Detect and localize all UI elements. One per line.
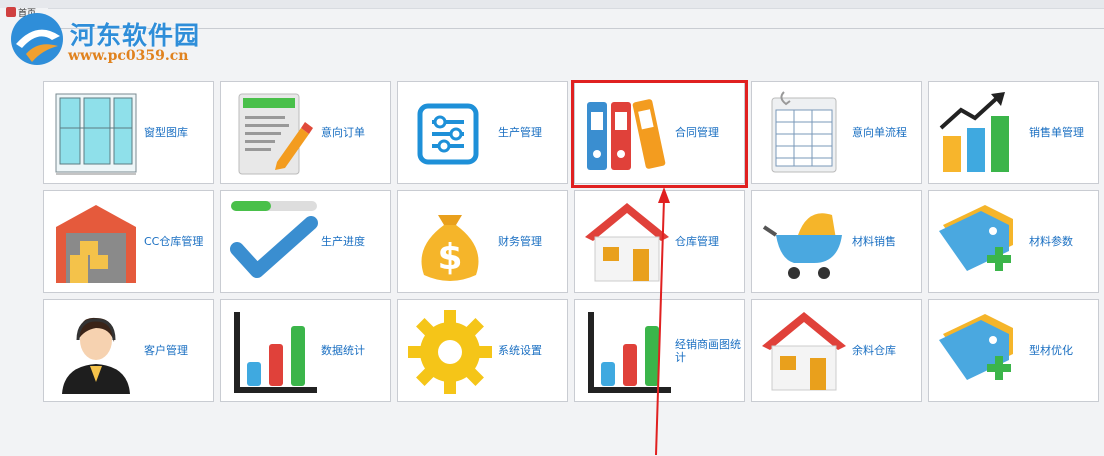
warehouse-icon <box>56 205 136 283</box>
tile-intent-flow[interactable]: 意向单流程 <box>751 81 922 184</box>
tile-label: 仓库管理 <box>675 235 719 248</box>
house-icon <box>762 312 846 391</box>
tile-label: 意向单流程 <box>852 126 907 139</box>
tab-bar <box>0 0 1104 8</box>
tile-label: 合同管理 <box>675 126 719 139</box>
notepad-pencil-icon <box>238 93 313 175</box>
tile-profile-optimize[interactable]: 型材优化 <box>928 299 1099 402</box>
bar-chart-icon <box>234 312 317 393</box>
tile-remnant-warehouse[interactable]: 余料仓库 <box>751 299 922 402</box>
tile-cc-warehouse[interactable]: CC仓库管理 <box>43 190 214 293</box>
tile-label: 财务管理 <box>498 235 542 248</box>
watermark-url: www.pc0359.cn <box>68 48 189 64</box>
sliders-icon <box>417 103 479 165</box>
spreadsheet-icon <box>771 91 837 173</box>
checkmark-progress-icon <box>230 201 318 278</box>
tile-label: 生产进度 <box>321 235 365 248</box>
tag-add-icon <box>939 314 1013 380</box>
watermark: 河东软件园 www.pc0359.cn <box>8 8 258 68</box>
tile-system-settings[interactable]: 系统设置 <box>397 299 568 402</box>
tile-intent-order[interactable]: 意向订单 <box>220 81 391 184</box>
tile-material-params[interactable]: 材料参数 <box>928 190 1099 293</box>
binders-icon <box>587 99 666 170</box>
window-frame-icon <box>55 93 137 175</box>
tile-contract[interactable]: 合同管理 <box>574 81 745 184</box>
tile-production[interactable]: 生产管理 <box>397 81 568 184</box>
tile-label: 数据统计 <box>321 344 365 357</box>
tag-add-icon <box>939 205 1013 271</box>
tile-sales-order[interactable]: 销售单管理 <box>928 81 1099 184</box>
tile-label: 窗型图库 <box>144 126 188 139</box>
tile-customer[interactable]: 客户管理 <box>43 299 214 402</box>
watermark-title: 河东软件园 <box>70 21 201 50</box>
tile-label: 型材优化 <box>1029 344 1073 357</box>
tile-label: 材料销售 <box>852 235 896 248</box>
gear-icon <box>408 310 492 394</box>
tile-window-library[interactable]: 窗型图库 <box>43 81 214 184</box>
tile-finance[interactable]: $ 财务管理 <box>397 190 568 293</box>
tile-data-stats[interactable]: 数据统计 <box>220 299 391 402</box>
money-bag-icon: $ <box>421 215 479 281</box>
growth-chart-icon <box>939 92 1009 172</box>
tile-material-sales[interactable]: 材料销售 <box>751 190 922 293</box>
svg-text:$: $ <box>437 237 462 278</box>
pointer-arrow-icon <box>655 187 670 456</box>
tile-label: 销售单管理 <box>1029 126 1084 139</box>
watermark-logo-icon <box>11 13 63 65</box>
tile-label: 材料参数 <box>1029 235 1073 248</box>
tile-label: 经销商画图统计 <box>675 337 741 364</box>
cart-icon <box>762 213 842 279</box>
tile-label: 意向订单 <box>321 126 365 139</box>
tile-label: 余料仓库 <box>852 344 896 357</box>
tile-production-progress[interactable]: 生产进度 <box>220 190 391 293</box>
tile-label: CC仓库管理 <box>144 235 204 248</box>
headset-person-icon <box>62 317 130 394</box>
tile-label: 生产管理 <box>498 126 542 139</box>
tile-label: 客户管理 <box>144 344 188 357</box>
tile-label: 系统设置 <box>498 344 542 357</box>
